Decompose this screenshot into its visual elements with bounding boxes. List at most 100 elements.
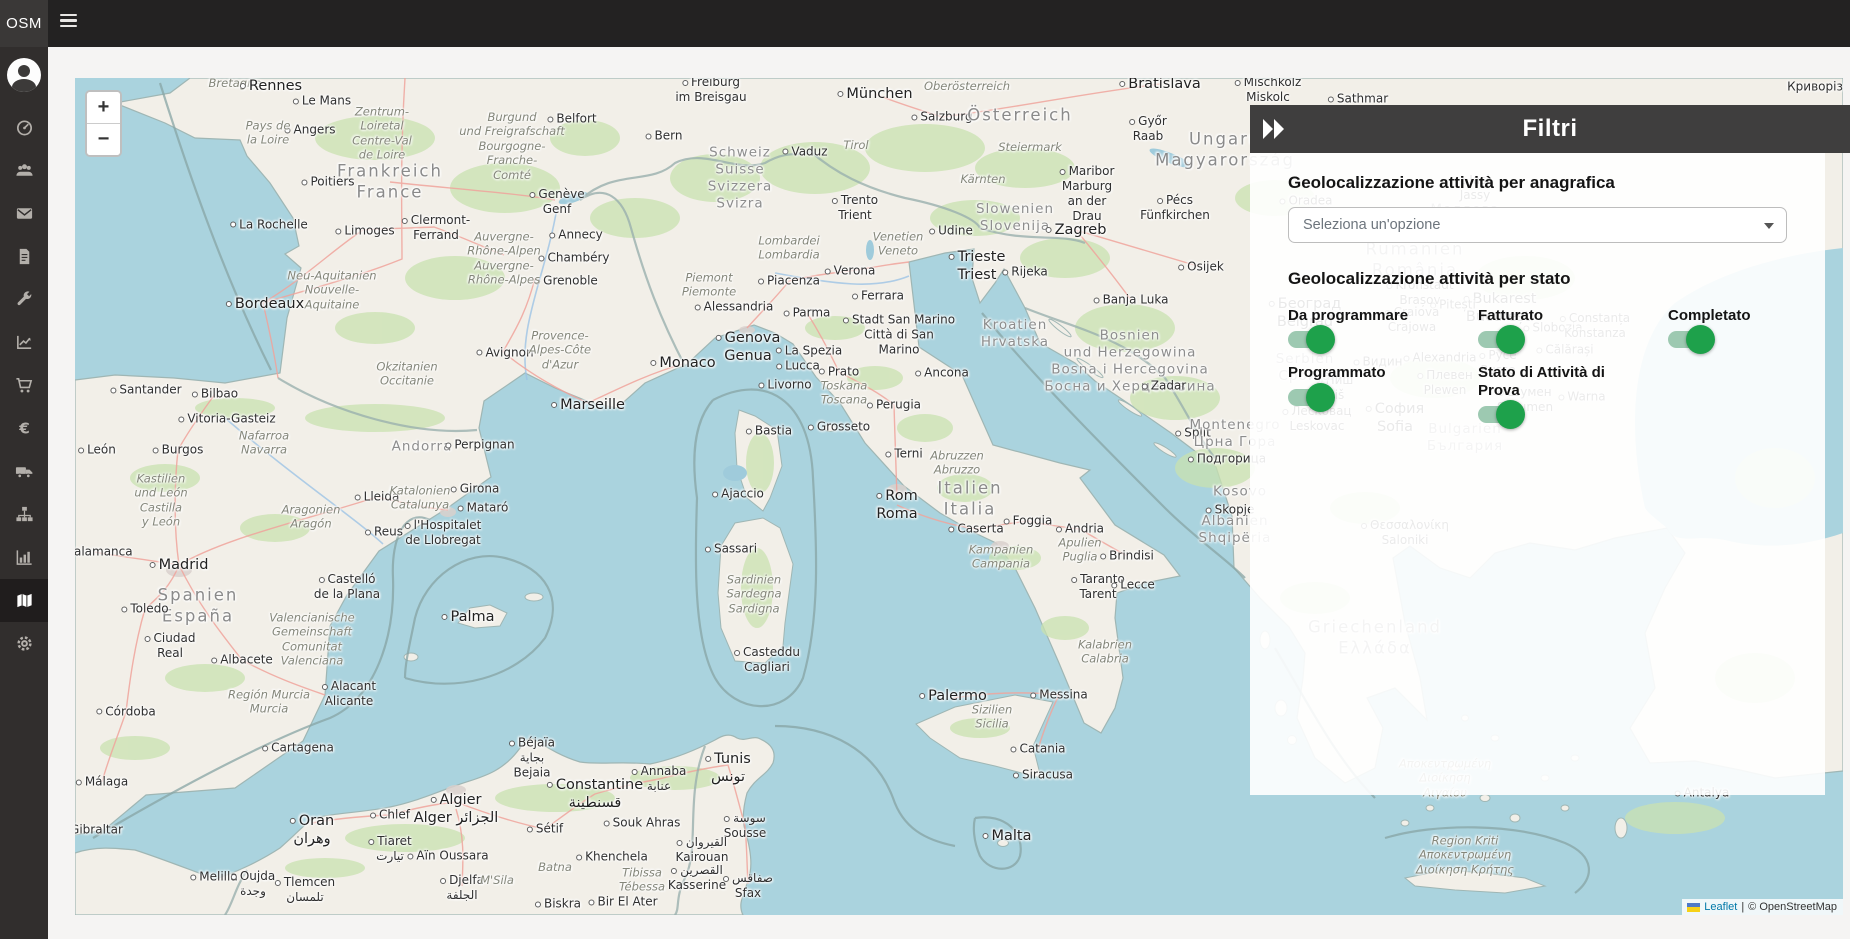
app-logo[interactable]: OSM <box>0 0 48 47</box>
city-marker <box>145 636 151 642</box>
zoom-in-button[interactable]: + <box>87 92 120 124</box>
filters-panel-header: Filtri <box>1250 105 1850 153</box>
map-label: Albacete <box>211 653 273 668</box>
map-label: SardinienSardegnaSardigna <box>726 572 781 615</box>
user-avatar[interactable] <box>7 58 41 92</box>
city-marker <box>551 402 557 408</box>
map-label: Clermont-Ferrand <box>402 213 471 243</box>
city-marker <box>576 854 582 860</box>
city-marker <box>784 310 790 316</box>
toggle-switch[interactable] <box>1288 331 1334 348</box>
map-label: ItalienItalia <box>937 478 1002 519</box>
city-marker <box>983 833 989 839</box>
hamburger-menu-icon[interactable] <box>60 14 79 33</box>
osm-attribution: © OpenStreetMap <box>1748 901 1837 913</box>
city-marker <box>365 529 371 535</box>
sidebar-item-chart-bar[interactable] <box>0 536 48 579</box>
mail-icon <box>15 204 34 223</box>
toggle-knob <box>1686 325 1715 354</box>
map-label: Prato <box>819 364 859 379</box>
map-label: KampanienCampania <box>969 543 1034 572</box>
map-label: LombardeiLombardia <box>758 234 819 263</box>
sidebar-item-euro[interactable] <box>0 407 48 450</box>
map-label: Alessandria <box>695 300 774 315</box>
city-marker <box>808 424 814 430</box>
map-label: Bordeaux <box>226 295 304 313</box>
map-label: AbruzzenAbruzzo <box>930 449 984 478</box>
city-marker <box>867 402 873 408</box>
leaflet-link[interactable]: Leaflet <box>1704 901 1737 913</box>
city-marker <box>318 577 324 583</box>
city-marker <box>405 523 411 529</box>
select-placeholder: Seleziona un'opzione <box>1303 217 1440 233</box>
city-marker <box>1157 198 1163 204</box>
map-label: Tiaretتيارت <box>368 834 411 864</box>
map-label: Monaco <box>650 354 715 372</box>
city-marker <box>231 874 237 880</box>
city-marker <box>76 779 82 785</box>
sidebar-item-users[interactable] <box>0 149 48 192</box>
map-label: ApulienPuglia <box>1058 536 1101 565</box>
map-label: Cartagena <box>262 741 334 756</box>
city-marker <box>441 614 447 620</box>
city-marker <box>911 114 917 120</box>
city-marker <box>1056 526 1062 532</box>
sidebar-item-wrench[interactable] <box>0 278 48 321</box>
sidebar-item-map[interactable] <box>0 579 48 622</box>
map-label: Banja Luka <box>1094 293 1169 308</box>
map-label: Burgos <box>153 443 204 458</box>
euro-icon <box>15 419 34 438</box>
map-label: Córdoba <box>96 704 155 719</box>
toggle-switch[interactable] <box>1288 389 1334 406</box>
city-marker <box>230 222 236 228</box>
city-marker <box>211 657 217 663</box>
map-label: Santander <box>110 383 181 398</box>
city-marker <box>1100 553 1106 559</box>
city-marker <box>1002 269 1008 275</box>
sidebar-item-dashboard[interactable] <box>0 106 48 149</box>
sidebar-item-gear[interactable] <box>0 622 48 665</box>
map-label: Djelfaالجلفة <box>440 873 484 903</box>
chevron-down-icon <box>1764 223 1774 229</box>
city-marker <box>724 816 730 822</box>
sidebar-item-mail[interactable] <box>0 192 48 235</box>
anagrafica-select[interactable]: Seleziona un'opzione <box>1288 207 1787 243</box>
map-label: Ferrara <box>852 289 904 304</box>
map-label: Bir El Ater <box>588 895 657 910</box>
city-marker <box>476 350 482 356</box>
city-marker <box>1119 81 1125 87</box>
map-label: Parma <box>784 306 831 321</box>
toggle-label: Stato di Attività di Prova <box>1478 364 1638 399</box>
map-label: Bosnienund HerzegowinaBosna i Hercegovin… <box>1044 327 1215 395</box>
map-label: Annabaعنابة <box>632 764 687 794</box>
city-marker <box>832 198 838 204</box>
users-icon <box>15 161 34 180</box>
map-label: SlowenienSlovenija <box>976 201 1054 235</box>
map-label: Le Mans <box>293 94 351 109</box>
panel-title: Filtri <box>1250 105 1850 153</box>
toggle-group: Fatturato <box>1478 307 1668 348</box>
map-label: Zagreb <box>1046 221 1107 239</box>
sidebar-item-chart-line[interactable] <box>0 321 48 364</box>
map-label: Ancona <box>915 366 969 381</box>
zoom-out-button[interactable]: − <box>87 124 120 155</box>
city-marker <box>1030 692 1036 698</box>
map-label: Zentrum-LoiretalCentre-Valde Loire <box>352 104 412 162</box>
map-label: Chambéry <box>538 251 609 266</box>
toggle-switch[interactable] <box>1668 331 1714 348</box>
map-label: صفاقسSfax <box>723 871 773 901</box>
city-marker <box>402 218 408 224</box>
sidebar-item-truck[interactable] <box>0 450 48 493</box>
city-marker <box>1060 169 1066 175</box>
toggle-label: Da programmare <box>1288 307 1448 324</box>
city-marker <box>1004 518 1010 524</box>
map-label: Perugia <box>867 398 921 413</box>
sidebar-item-document[interactable] <box>0 235 48 278</box>
attribution-separator: | <box>1741 901 1744 913</box>
toggle-switch[interactable] <box>1478 331 1524 348</box>
sidebar-item-cart[interactable] <box>0 364 48 407</box>
sidebar-item-sitemap[interactable] <box>0 493 48 536</box>
map-label: Gibraltar <box>75 823 123 838</box>
toggle-switch[interactable] <box>1478 406 1524 423</box>
map-label: GenèveGenf <box>529 187 584 217</box>
